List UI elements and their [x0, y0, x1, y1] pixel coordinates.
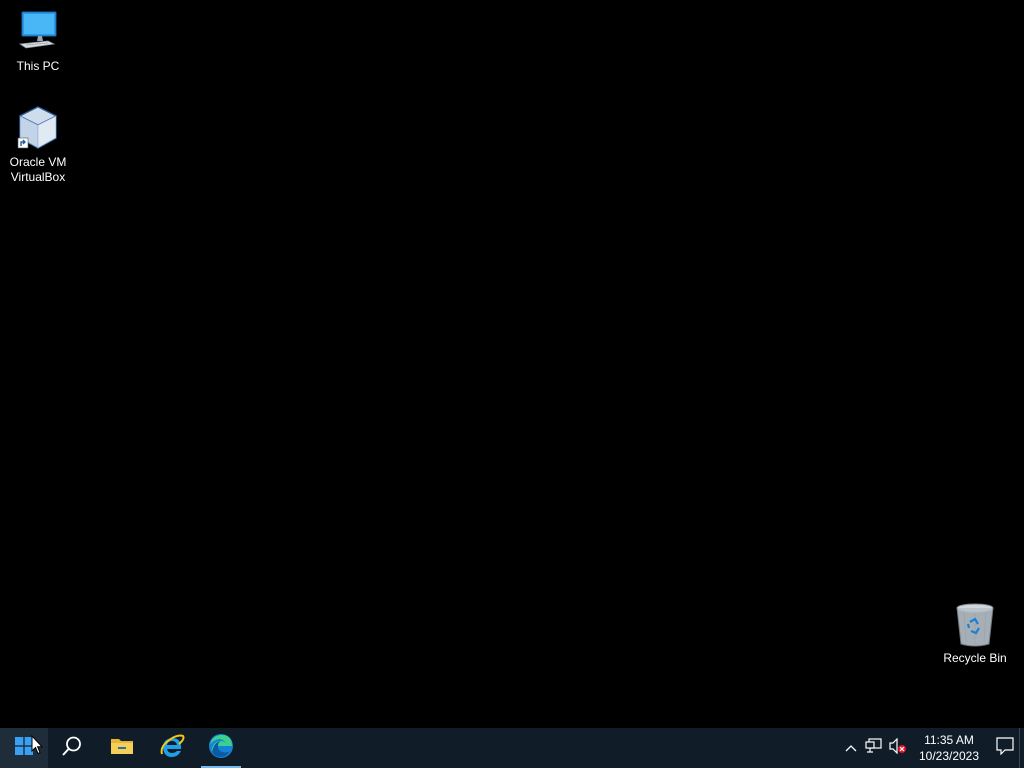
clock-date: 10/23/2023	[918, 749, 980, 763]
desktop-icon-label: This PC	[16, 59, 60, 73]
clock-time: 11:35 AM	[924, 733, 974, 747]
search-icon	[61, 735, 83, 762]
virtualbox-icon	[14, 104, 62, 152]
taskbar: 11:35 AM 10/23/2023	[0, 728, 1024, 768]
show-desktop-button[interactable]	[1019, 728, 1024, 768]
desktop-icon-label: Recycle Bin	[943, 651, 1007, 665]
volume-button[interactable]	[886, 728, 910, 768]
internet-explorer-button[interactable]	[148, 728, 196, 768]
computer-icon	[14, 8, 62, 56]
internet-explorer-icon	[159, 733, 185, 764]
edge-button[interactable]	[197, 728, 245, 768]
edge-icon	[208, 733, 234, 764]
mouse-cursor-icon	[31, 734, 44, 760]
system-tray: 11:35 AM 10/23/2023	[824, 728, 1024, 768]
desktop-icon-recycle-bin[interactable]: Recycle Bin	[937, 600, 1013, 666]
clock[interactable]: 11:35 AM 10/23/2023	[912, 728, 986, 768]
desktop-icon-label: Oracle VM VirtualBox	[9, 155, 67, 184]
show-hidden-icons-button[interactable]	[840, 728, 862, 768]
desktop[interactable]: This PC Oracle VM VirtualBox Recycle Bin	[0, 0, 1024, 728]
network-icon	[865, 737, 883, 759]
network-button[interactable]	[862, 728, 886, 768]
recycle-bin-icon	[951, 600, 999, 648]
desktop-icon-virtualbox[interactable]: Oracle VM VirtualBox	[0, 104, 76, 185]
notifications-icon	[996, 736, 1014, 760]
desktop-icon-this-pc[interactable]: This PC	[0, 8, 76, 74]
file-explorer-button[interactable]	[98, 728, 146, 768]
chevron-up-icon	[845, 739, 857, 757]
search-button[interactable]	[48, 728, 96, 768]
file-explorer-icon	[110, 736, 134, 761]
volume-muted-icon	[889, 737, 907, 759]
